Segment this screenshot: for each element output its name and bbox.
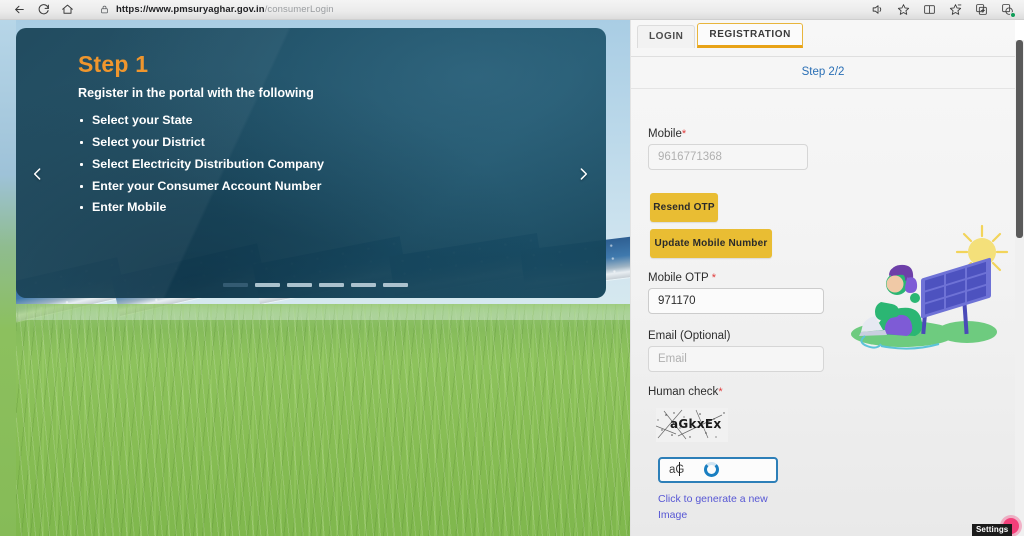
mobile-otp-label: Mobile OTP * [648,272,716,284]
carousel-step-title: Step 1 [78,51,149,77]
carousel-step-list: Select your State Select your District S… [78,110,548,219]
tabs-divider [631,56,1015,57]
carousel-dot[interactable] [254,283,280,287]
page-content: Step 1 Register in the portal with the f… [0,20,1024,536]
carousel-dot[interactable] [382,283,408,287]
mobile-otp-input[interactable] [648,288,824,314]
human-check-label-text: Human check [648,386,719,398]
lock-icon [100,4,109,15]
hero-banner: Step 1 Register in the portal with the f… [0,20,630,536]
extensions-icon[interactable] [1000,2,1016,18]
carousel-dot[interactable] [350,283,376,287]
panel-divider [631,88,1015,89]
carousel-indicators [0,283,630,287]
page-scrollbar-thumb[interactable] [1016,40,1023,238]
email-input[interactable] [648,346,824,372]
home-icon[interactable] [56,2,78,18]
auth-tabs: LOGIN REGISTRATION [637,23,803,48]
list-item: Select your District [78,132,548,154]
carousel-prev-arrow-icon[interactable] [24,158,50,190]
settings-tooltip: Settings [972,524,1013,536]
browser-toolbar-actions [870,2,1024,18]
browser-nav-buttons [0,2,78,18]
mobile-label: Mobile* [648,128,686,140]
resend-otp-button[interactable]: Resend OTP [650,193,718,222]
extension-status-dot [1010,12,1016,18]
url-path: /consumerLogin [264,4,334,15]
collections-icon[interactable] [948,2,963,17]
url-domain: https://www.pmsuryaghar.gov.in [116,4,265,15]
back-arrow-icon[interactable] [8,2,30,18]
read-aloud-icon[interactable] [870,2,885,17]
browser-toolbar: https://www.pmsuryaghar.gov.in/consumerL… [0,0,1024,20]
grass-field-photo [0,304,630,536]
carousel-dot[interactable] [222,283,248,287]
mobile-label-text: Mobile [648,128,682,140]
list-item: Enter your Consumer Account Number [78,176,548,198]
browser-essentials-icon[interactable] [974,2,989,17]
tab-registration[interactable]: REGISTRATION [697,23,803,48]
hero-left-edge [0,20,16,536]
carousel-slide-content: Step 1 Register in the portal with the f… [78,51,548,219]
email-label: Email (Optional) [648,330,731,342]
carousel-subtitle: Register in the portal with the followin… [78,86,314,101]
required-asterisk: * [711,272,716,284]
update-mobile-number-button[interactable]: Update Mobile Number [650,229,772,258]
mobile-otp-label-text: Mobile OTP [648,272,709,284]
regenerate-captcha-link[interactable]: Click to generate a new Image [658,491,783,524]
list-item: Enter Mobile [78,197,548,219]
favorite-star-icon[interactable] [896,2,911,17]
text-cursor [679,462,680,476]
carousel-dot[interactable] [286,283,312,287]
address-bar-url: https://www.pmsuryaghar.gov.in/consumerL… [116,4,334,15]
mobile-input[interactable] [648,144,808,170]
tab-login[interactable]: LOGIN [637,25,696,48]
loading-spinner-icon [704,462,719,477]
list-item: Select your State [78,110,548,132]
split-screen-icon[interactable] [922,2,937,17]
carousel-card: Step 1 Register in the portal with the f… [16,28,606,298]
captcha-image: aGkxEx [656,408,728,442]
list-item: Select Electricity Distribution Company [78,154,548,176]
carousel-next-arrow-icon[interactable] [570,158,596,190]
solar-panel-woman-laptop-illustration [845,216,1015,351]
screenshot-root: https://www.pmsuryaghar.gov.in/consumerL… [0,0,1024,536]
step-indicator: Step 2/2 [801,66,845,78]
required-asterisk: * [718,386,723,398]
carousel-dot[interactable] [318,283,344,287]
human-check-label: Human check* [648,386,723,398]
reload-icon[interactable] [32,2,54,18]
captcha-text: aGkxEx [670,417,722,431]
address-bar[interactable]: https://www.pmsuryaghar.gov.in/consumerL… [100,2,870,18]
required-asterisk: * [681,128,687,140]
